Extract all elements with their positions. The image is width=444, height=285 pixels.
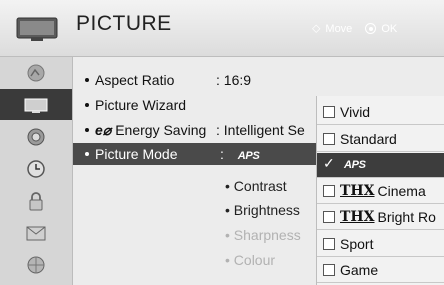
sidebar-item-lock[interactable] <box>0 185 72 216</box>
sidebar-item-time[interactable] <box>0 153 72 184</box>
bullet-icon <box>85 103 89 108</box>
move-arrows-icon: ⬦ <box>312 21 321 35</box>
checkbox-icon <box>323 106 335 118</box>
picture-icon <box>27 64 45 81</box>
sidebar-item-options[interactable] <box>0 217 72 248</box>
picture-mode-colon: : <box>220 146 224 162</box>
sidebar <box>0 57 73 285</box>
move-hint-label: Move <box>325 22 353 35</box>
aspect-ratio-value: : 16:9 <box>216 72 252 88</box>
lock-icon <box>29 191 43 210</box>
aps-logo-icon: APS <box>344 159 366 171</box>
ok-icon <box>365 23 377 34</box>
checkmark-icon <box>323 155 335 172</box>
page-title: PICTURE <box>76 12 172 35</box>
option-label: Standard <box>340 131 397 147</box>
thx-logo-icon: THX <box>340 209 375 225</box>
option-label: Bright Ro <box>377 209 436 225</box>
picture-mode-dropdown: Vivid Standard APS THX Cinema THX Bright… <box>316 96 444 285</box>
checkbox-icon <box>323 185 335 197</box>
energy-saving-label: Energy Saving <box>115 121 207 138</box>
bullet-icon <box>85 78 89 83</box>
sidebar-item-picture[interactable] <box>0 57 72 88</box>
option-label: Vivid <box>340 104 371 120</box>
option-label: Sport <box>340 236 374 252</box>
option-thx-bright-room[interactable]: THX Bright Ro <box>317 205 444 230</box>
picture-mode-label: Picture Mode <box>95 146 178 162</box>
checkbox-icon <box>323 264 335 276</box>
nav-hint: ⬦ Move OK <box>312 21 397 36</box>
option-game[interactable]: Game <box>317 258 444 283</box>
bullet-icon <box>85 152 89 157</box>
checkbox-icon <box>323 238 335 250</box>
ok-hint-label: OK <box>381 22 398 35</box>
option-standard[interactable]: Standard <box>317 127 444 152</box>
sharpness-setting: • Sharpness <box>225 227 301 243</box>
sidebar-item-audio[interactable] <box>0 121 72 152</box>
thx-logo-icon: THX <box>340 183 375 199</box>
clock-icon <box>27 159 45 178</box>
aps-logo-icon: APS <box>237 150 260 162</box>
option-label: Game <box>340 262 379 278</box>
option-label: Cinema <box>377 183 426 199</box>
colour-setting: • Colour <box>225 252 276 268</box>
tv-screen-icon <box>24 98 48 113</box>
energy-saving-logo-icon: e⌀ <box>95 121 112 138</box>
sidebar-item-tv-screen[interactable] <box>0 89 72 120</box>
option-thx-cinema[interactable]: THX Cinema <box>317 179 444 204</box>
aspect-ratio-label: Aspect Ratio <box>95 72 175 88</box>
speaker-icon <box>27 128 45 145</box>
checkbox-icon <box>323 211 335 223</box>
contrast-setting[interactable]: • Contrast <box>225 178 287 194</box>
bullet-icon <box>85 127 89 132</box>
menu-item-picture-mode[interactable]: Picture Mode : APS <box>73 143 339 165</box>
energy-saving-value: : Intelligent Se <box>216 122 305 138</box>
option-vivid[interactable]: Vivid <box>317 100 444 125</box>
tv-icon <box>16 17 58 41</box>
sidebar-item-network[interactable] <box>0 249 72 280</box>
picture-wizard-label: Picture Wizard <box>95 97 187 113</box>
header-bar: PICTURE ⬦ Move OK <box>0 0 444 57</box>
option-sport[interactable]: Sport <box>317 232 444 257</box>
options-icon <box>26 226 46 240</box>
brightness-setting[interactable]: • Brightness <box>225 202 300 218</box>
network-icon <box>27 256 45 273</box>
option-aps[interactable]: APS <box>317 153 444 178</box>
checkbox-icon <box>323 133 335 145</box>
